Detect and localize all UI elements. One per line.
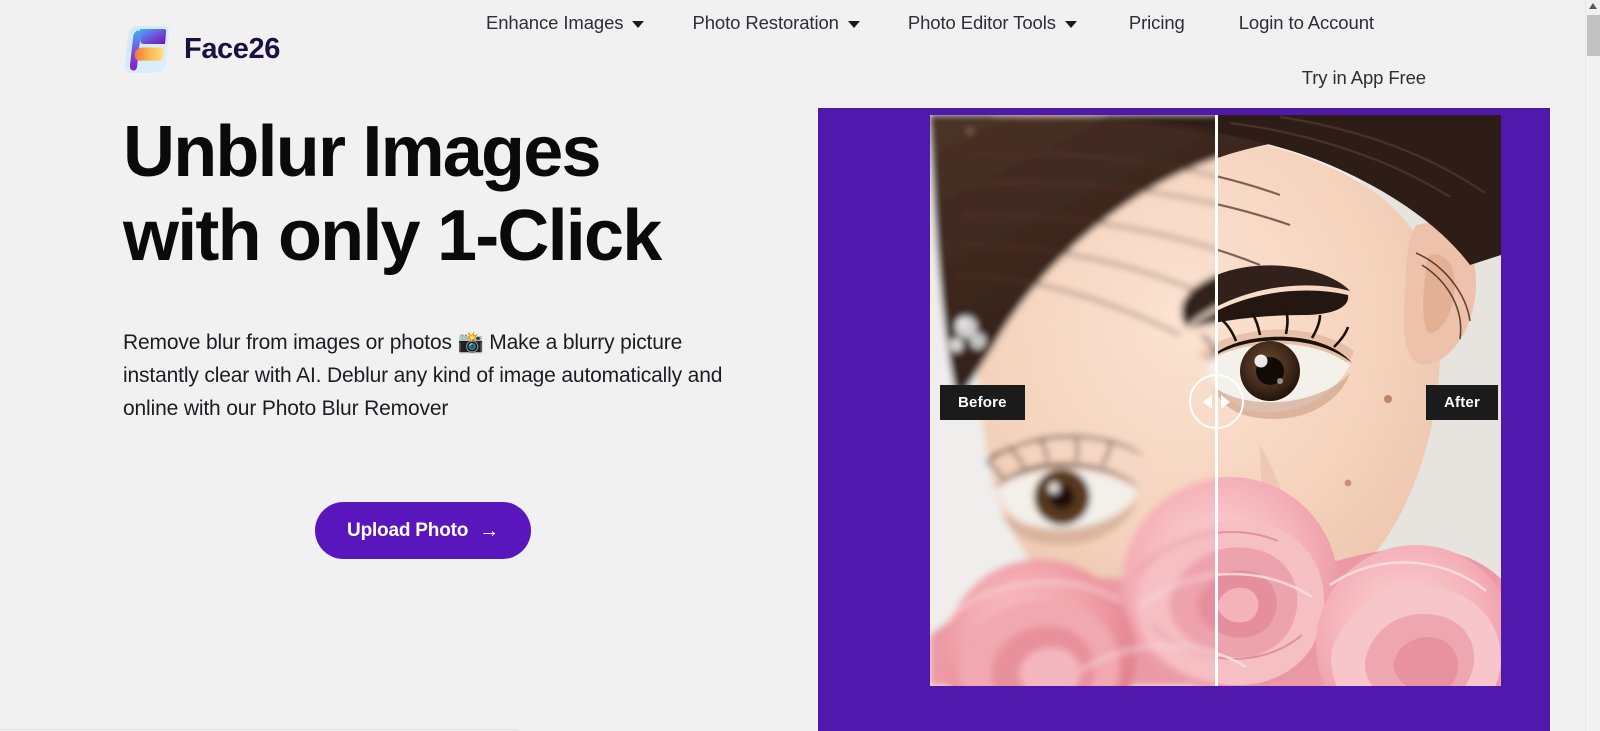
brand-logo[interactable]: Face26: [123, 23, 280, 75]
page-scrollbar[interactable]: [1585, 0, 1600, 731]
chevron-down-icon: [632, 20, 645, 28]
after-label: After: [1426, 385, 1499, 420]
nav-item-label: Photo Editor Tools: [907, 12, 1056, 33]
arrow-left-icon: [1203, 394, 1212, 409]
hero-media-panel: Before After: [818, 108, 1550, 731]
scroll-up-arrow-icon[interactable]: [1589, 3, 1597, 9]
nav-item-photo-restoration[interactable]: Photo Restoration: [676, 9, 875, 37]
nav-item-enhance-images[interactable]: Enhance Images: [470, 9, 660, 37]
hero-cta-container: Upload Photo →: [123, 502, 723, 559]
nav-item-label: Enhance Images: [486, 12, 624, 33]
nav-item-pricing[interactable]: Pricing: [1113, 9, 1201, 37]
nav-item-label: Login to Account: [1238, 12, 1374, 33]
face26-leaf-logo-icon: [123, 23, 171, 75]
page-root: Face26 Enhance Images Photo Restoration …: [0, 0, 1600, 731]
section-divider: [0, 729, 518, 730]
chevron-down-icon: [1064, 20, 1077, 28]
arrow-right-icon: [1221, 394, 1230, 409]
nav-item-label: Pricing: [1128, 12, 1185, 33]
try-in-app-free-link[interactable]: Try in App Free: [1302, 67, 1426, 89]
nav-item-login-to-account[interactable]: Login to Account: [1223, 9, 1390, 37]
hero-content: Unblur Images with only 1-Click Remove b…: [123, 110, 743, 559]
main-navigation: Enhance Images Photo Restoration Photo E…: [470, 9, 1390, 37]
chevron-down-icon: [847, 20, 860, 28]
upload-photo-button-label: Upload Photo: [347, 519, 469, 541]
before-label: Before: [940, 385, 1025, 420]
nav-item-photo-editor-tools[interactable]: Photo Editor Tools: [892, 9, 1093, 37]
arrow-right-icon: →: [479, 519, 499, 542]
page-title: Unblur Images with only 1-Click: [123, 112, 662, 276]
nav-item-label: Photo Restoration: [692, 12, 839, 33]
comparison-slider-handle[interactable]: [1189, 374, 1244, 429]
site-header: Face26 Enhance Images Photo Restoration …: [0, 0, 1586, 104]
upload-photo-button[interactable]: Upload Photo →: [315, 502, 531, 559]
scrollbar-thumb[interactable]: [1587, 15, 1600, 56]
brand-name: Face26: [184, 32, 280, 65]
hero-description: Remove blur from images or photos 📸 Make…: [123, 331, 723, 420]
before-after-comparison[interactable]: Before After: [930, 115, 1501, 686]
